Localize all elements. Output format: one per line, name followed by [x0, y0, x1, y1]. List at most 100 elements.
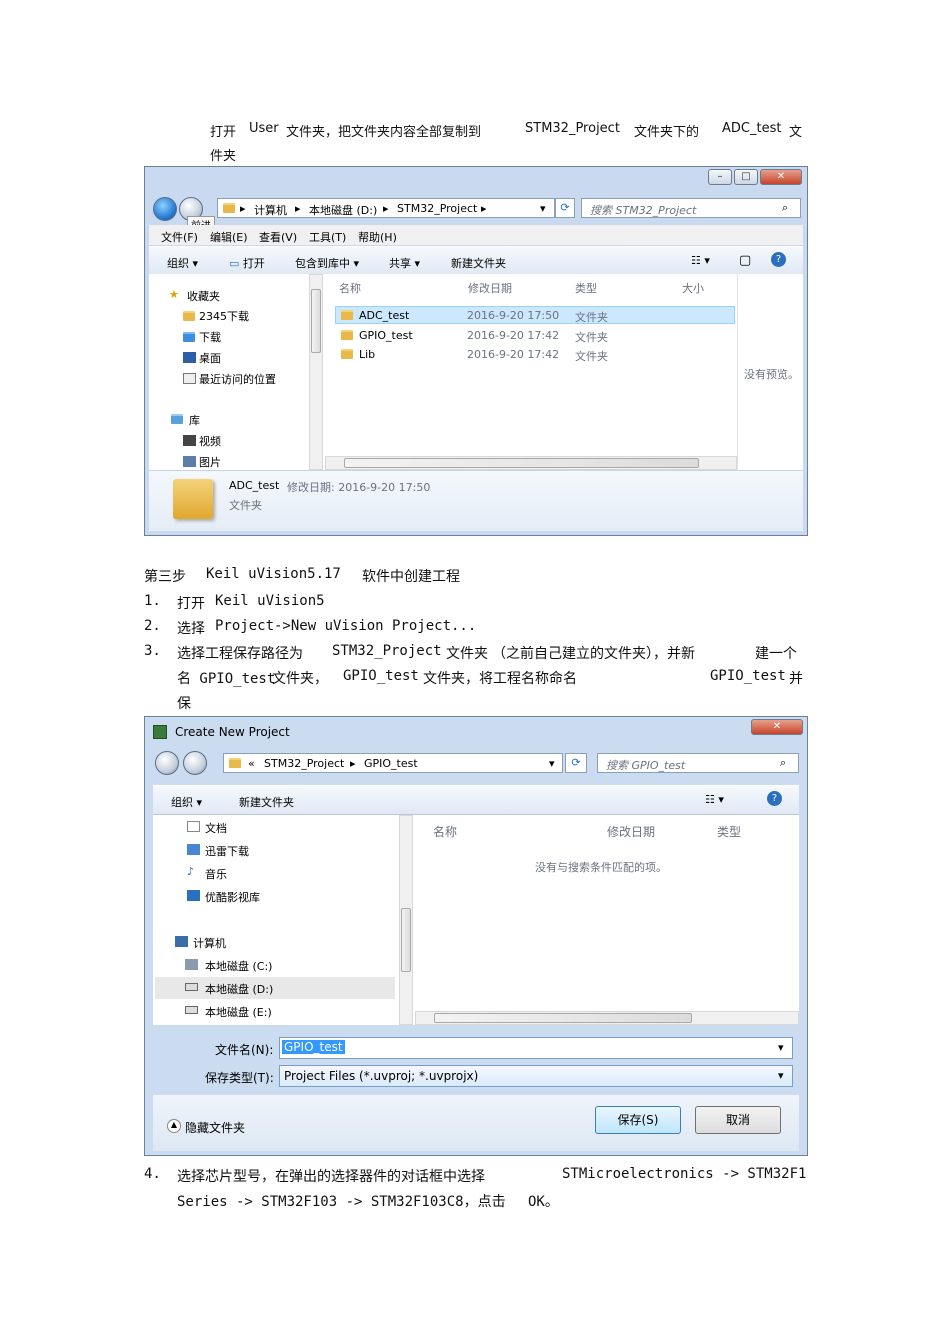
dialog-close-button[interactable]: ✕ — [751, 719, 803, 735]
preview-pane-icon[interactable]: ▢ — [739, 253, 751, 268]
breadcrumb-project[interactable]: STM32_Project — [397, 202, 477, 215]
nav-item-drive-c[interactable]: 本地磁盘 (C:) — [205, 958, 272, 974]
keil-app-icon — [153, 725, 167, 739]
folder-icon — [341, 310, 353, 320]
column-date[interactable]: 修改日期 — [468, 280, 512, 296]
nav-scroll-thumb[interactable] — [311, 289, 321, 353]
menu-tools[interactable]: 工具(T) — [309, 229, 346, 245]
nav-favorites[interactable]: 收藏夹 — [187, 288, 220, 304]
back-button[interactable] — [155, 751, 179, 775]
file-row[interactable]: ADC_test 2016-9-20 17:50 文件夹 — [335, 306, 735, 324]
intro-word-project: STM32_Project — [525, 121, 620, 136]
file-row-date: 2016-9-20 17:50 — [467, 309, 560, 322]
organize-button[interactable]: 组织 ▾ — [171, 794, 202, 810]
dialog-search-input[interactable]: 搜索 GPIO_test ⌕ — [597, 753, 799, 773]
nav-scrollbar[interactable] — [309, 274, 323, 470]
horizontal-scrollbar[interactable] — [325, 456, 737, 470]
filetype-select[interactable]: Project Files (*.uvproj; *.uvprojx) ▾ — [279, 1065, 793, 1087]
file-row-date: 2016-9-20 17:42 — [467, 348, 560, 361]
maximize-button[interactable]: □ — [734, 169, 758, 185]
file-row[interactable]: GPIO_test 2016-9-20 17:42 文件夹 — [335, 326, 735, 344]
nav-item-drive-e[interactable]: 本地磁盘 (E:) — [205, 1004, 272, 1020]
nav-library[interactable]: 库 — [189, 412, 200, 428]
documents-icon — [187, 821, 200, 832]
chevron-up-icon[interactable]: ▲ — [167, 1119, 181, 1133]
column-size[interactable]: 大小 — [682, 280, 704, 296]
large-folder-icon — [173, 479, 213, 519]
new-folder-button[interactable]: 新建文件夹 — [451, 255, 506, 271]
step-3-text-e: 建一个 — [755, 646, 797, 662]
nav-scrollbar[interactable] — [399, 815, 413, 1025]
file-row[interactable]: Lib 2016-9-20 17:42 文件夹 — [335, 345, 735, 363]
step-3-line2-b: 文件夹， — [272, 671, 328, 687]
nav-item-recent[interactable]: 最近访问的位置 — [199, 371, 276, 387]
nav-item-computer[interactable]: 计算机 — [193, 935, 226, 951]
nav-item-2345[interactable]: 2345下载 — [199, 308, 249, 324]
include-library-button[interactable]: 包含到库中 ▾ — [295, 255, 359, 271]
column-name[interactable]: 名称 — [433, 823, 457, 840]
menu-file[interactable]: 文件(F) — [161, 229, 198, 245]
step-4-text-b: STMicroelectronics -> STM32F1 — [562, 1166, 807, 1182]
breadcrumb-computer[interactable]: 计算机 — [254, 202, 287, 218]
address-bar[interactable]: ▸ 计算机 ▸ 本地磁盘 (D:) ▸ STM32_Project ▸ ▾ — [217, 198, 555, 218]
file-row-name: Lib — [359, 348, 376, 361]
back-button[interactable] — [153, 197, 177, 221]
step-1-text: Keil uVision5 — [215, 593, 325, 609]
menu-edit[interactable]: 编辑(E) — [210, 229, 248, 245]
step-3-text-b: STM32_Project — [332, 643, 442, 659]
help-icon[interactable]: ? — [771, 252, 786, 267]
nav-item-music[interactable]: 音乐 — [205, 866, 227, 882]
breadcrumb-overflow-icon[interactable]: « — [248, 757, 255, 770]
breadcrumb-drive[interactable]: 本地磁盘 (D:) — [309, 202, 377, 218]
dialog-address-bar[interactable]: « STM32_Project ▸ GPIO_test ▾ — [223, 753, 563, 773]
nav-item-pictures[interactable]: 图片 — [199, 454, 221, 470]
nav-item-documents[interactable]: 文档 — [205, 820, 227, 836]
menu-view[interactable]: 查看(V) — [259, 229, 297, 245]
help-icon[interactable]: ? — [767, 791, 782, 806]
column-date[interactable]: 修改日期 — [607, 823, 655, 840]
view-options-icon[interactable]: ☷ ▾ — [705, 793, 724, 806]
column-type[interactable]: 类型 — [575, 280, 597, 296]
close-button[interactable]: ✕ — [760, 169, 802, 185]
view-options-icon[interactable]: ☷ ▾ — [691, 254, 710, 267]
breadcrumb-gpio[interactable]: GPIO_test — [364, 757, 418, 770]
step-3-line2-c: GPIO_test — [343, 668, 419, 684]
nav-item-youku[interactable]: 优酷影视库 — [205, 889, 260, 905]
breadcrumb-project[interactable]: STM32_Project — [264, 757, 344, 770]
nav-item-thunder[interactable]: 迅雷下载 — [205, 843, 249, 859]
hide-folders-toggle[interactable]: 隐藏文件夹 — [185, 1119, 245, 1136]
open-button[interactable]: ▭ 打开 — [229, 255, 265, 271]
intro-text-2: 文件夹下的 — [634, 125, 700, 140]
horizontal-scrollbar[interactable] — [415, 1011, 799, 1025]
nav-item-downloads[interactable]: 下载 — [199, 329, 221, 345]
new-folder-button[interactable]: 新建文件夹 — [239, 794, 294, 810]
horizontal-scroll-thumb[interactable] — [344, 458, 699, 468]
nav-scroll-thumb[interactable] — [401, 908, 411, 972]
chevron-down-icon[interactable]: ▾ — [549, 757, 555, 770]
intro-text-3: 文 — [789, 125, 803, 140]
refresh-icon[interactable]: ⟳ — [565, 753, 587, 773]
save-button[interactable]: 保存(S) — [595, 1106, 681, 1134]
nav-item-desktop[interactable]: 桌面 — [199, 350, 221, 366]
minimize-button[interactable]: – — [708, 169, 732, 185]
forward-button[interactable] — [183, 751, 207, 775]
organize-button[interactable]: 组织 ▾ — [167, 255, 198, 271]
dialog-footer: ▲ 隐藏文件夹 保存(S) 取消 — [153, 1095, 799, 1151]
star-icon: ★ — [169, 288, 179, 301]
column-type[interactable]: 类型 — [717, 823, 741, 840]
step-3-line2-a: 名 GPIO_test — [177, 671, 276, 687]
share-button[interactable]: 共享 ▾ — [389, 255, 420, 271]
column-name[interactable]: 名称 — [339, 280, 361, 296]
horizontal-scroll-thumb[interactable] — [434, 1013, 692, 1023]
search-input[interactable]: 搜索 STM32_Project ⌕ — [581, 198, 801, 218]
chevron-down-icon[interactable]: ▾ — [778, 1041, 784, 1054]
cancel-button[interactable]: 取消 — [695, 1106, 781, 1134]
nav-item-video[interactable]: 视频 — [199, 433, 221, 449]
refresh-icon[interactable]: ⟳ — [555, 198, 575, 218]
chevron-down-icon[interactable]: ▾ — [540, 202, 546, 215]
nav-item-drive-d[interactable]: 本地磁盘 (D:) — [205, 981, 273, 997]
file-row-type: 文件夹 — [575, 331, 608, 344]
chevron-down-icon[interactable]: ▾ — [778, 1069, 784, 1082]
filename-field[interactable]: GPIO_test ▾ — [279, 1037, 793, 1059]
menu-help[interactable]: 帮助(H) — [358, 229, 397, 245]
